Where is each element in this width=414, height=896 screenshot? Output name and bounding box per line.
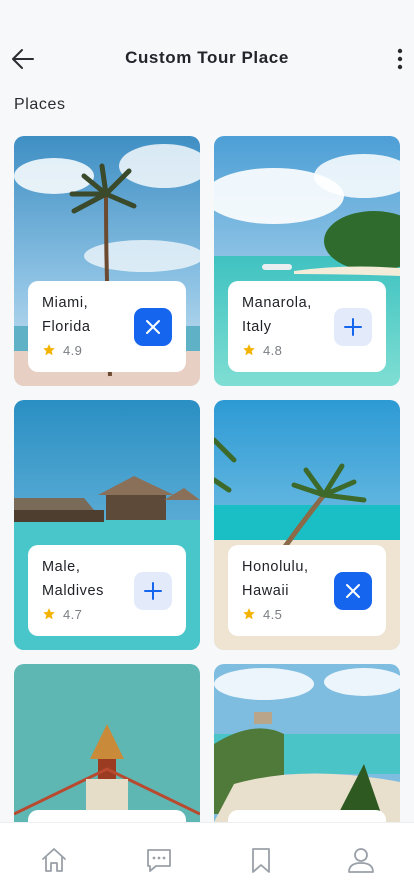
place-card-stupa[interactable] [14,664,200,822]
place-name: Male, Maldives [42,559,105,599]
place-name: Honolulu, Hawaii [242,559,309,599]
place-info-box: Male, Maldives 4.7 [28,545,186,636]
page-title: Custom Tour Place [125,48,289,67]
star-icon [243,608,255,620]
place-rating: 4.9 [42,342,82,358]
close-icon [346,584,360,598]
place-name: Manarola, Italy [242,295,312,335]
plus-icon [344,318,362,336]
rating-value: 4.8 [263,342,283,358]
section-title: Places [14,96,66,113]
home-icon[interactable] [39,845,69,875]
place-rating: 4.7 [42,606,82,622]
place-photo [14,664,200,822]
bottom-nav [0,822,414,896]
place-card-male[interactable]: Male, Maldives 4.7 [14,400,200,650]
rating-value: 4.5 [263,606,283,622]
place-card-miami[interactable]: Miami, Florida 4.9 [14,136,200,386]
bookmark-icon[interactable] [246,845,276,875]
place-name: Miami, Florida [42,295,91,335]
rating-value: 4.7 [63,606,83,622]
profile-icon[interactable] [346,845,376,875]
place-info-box: Miami, Florida 4.9 [28,281,186,372]
remove-place-button[interactable] [334,572,372,610]
star-icon [43,344,55,356]
app-header: Custom Tour Place [0,38,414,78]
place-info-box [228,810,386,822]
remove-place-button[interactable] [134,308,172,346]
plus-icon [144,582,162,600]
place-card-honolulu[interactable]: Honolulu, Hawaii 4.5 [214,400,400,650]
add-place-button[interactable] [134,572,172,610]
place-info-box [28,810,186,822]
place-card-tulum[interactable] [214,664,400,822]
star-icon [43,608,55,620]
star-icon [243,344,255,356]
chat-icon[interactable] [144,845,174,875]
rating-value: 4.9 [63,342,83,358]
place-rating: 4.5 [242,606,282,622]
more-vertical-icon[interactable] [392,46,408,72]
place-info-box: Manarola, Italy 4.8 [228,281,386,372]
place-info-box: Honolulu, Hawaii 4.5 [228,545,386,636]
place-rating: 4.8 [242,342,282,358]
place-card-manarola[interactable]: Manarola, Italy 4.8 [214,136,400,386]
close-icon [146,320,160,334]
place-photo [214,664,400,822]
add-place-button[interactable] [334,308,372,346]
